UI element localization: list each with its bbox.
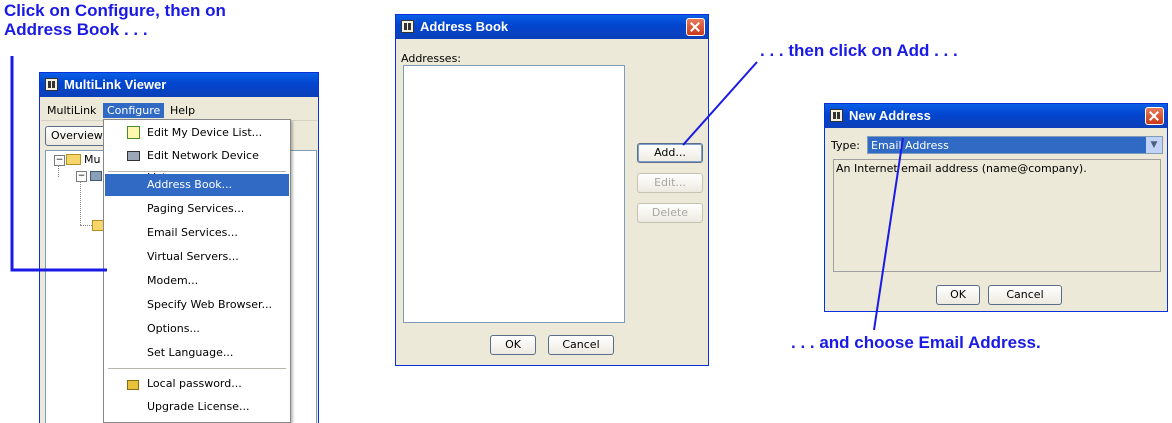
multilink-titlebar: MultiLink Viewer bbox=[40, 73, 318, 97]
new-address-titlebar: New Address bbox=[825, 104, 1167, 128]
menu-separator bbox=[108, 368, 286, 369]
tree-line bbox=[80, 181, 82, 225]
menu-configure[interactable]: Configure bbox=[103, 103, 165, 118]
menu-item-edit-network-device-list[interactable]: Edit Network Device List... bbox=[105, 145, 289, 184]
type-description: An Internet email address (name@company)… bbox=[836, 162, 1087, 175]
annotation-step2: . . . then click on Add . . . bbox=[760, 41, 958, 60]
menu-item-virtual-servers[interactable]: Virtual Servers... bbox=[105, 246, 289, 268]
addresses-list[interactable] bbox=[403, 65, 625, 323]
add-button[interactable]: Add... bbox=[637, 143, 703, 163]
multilink-menubar: MultiLink Configure Help bbox=[41, 101, 317, 121]
menu-item-set-language[interactable]: Set Language... bbox=[105, 342, 289, 364]
address-book-dialog: Address Book Addresses: Add... Edit... D… bbox=[395, 14, 709, 366]
type-select[interactable]: Email Address ▼ bbox=[867, 136, 1163, 154]
type-select-value: Email Address bbox=[871, 139, 949, 152]
annotation-step1-line2: Address Book . . . bbox=[4, 20, 148, 39]
addresses-label: Addresses: bbox=[401, 52, 462, 65]
cancel-button[interactable]: Cancel bbox=[988, 285, 1062, 305]
overview-tab[interactable]: Overview bbox=[45, 126, 107, 146]
menu-item-specify-web-browser[interactable]: Specify Web Browser... bbox=[105, 294, 289, 316]
menu-item-edit-my-device-list[interactable]: Edit My Device List... bbox=[105, 122, 289, 144]
folder-icon bbox=[66, 154, 81, 165]
cancel-button[interactable]: Cancel bbox=[548, 335, 614, 355]
menu-item-address-book[interactable]: Address Book... bbox=[105, 174, 289, 196]
tree-line bbox=[80, 225, 92, 227]
type-label: Type: bbox=[831, 139, 860, 152]
device-icon bbox=[90, 171, 102, 181]
delete-button[interactable]: Delete bbox=[637, 203, 703, 223]
chevron-down-icon[interactable]: ▼ bbox=[1146, 137, 1162, 153]
annotation-step3: . . . and choose Email Address. bbox=[791, 333, 1041, 352]
app-icon bbox=[830, 109, 843, 122]
tree-line bbox=[58, 165, 60, 177]
tree-node-label[interactable]: Mu bbox=[84, 153, 100, 166]
menu-item-paging-services[interactable]: Paging Services... bbox=[105, 198, 289, 220]
menu-item-email-services[interactable]: Email Services... bbox=[105, 222, 289, 244]
configure-menu: Edit My Device List... Edit Network Devi… bbox=[103, 119, 291, 423]
ok-button[interactable]: OK bbox=[490, 335, 536, 355]
menu-help[interactable]: Help bbox=[166, 103, 199, 118]
annotation-step1-line1: Click on Configure, then on bbox=[4, 1, 226, 20]
menu-separator bbox=[108, 171, 286, 172]
menu-item-upgrade-license[interactable]: Upgrade License... bbox=[105, 396, 289, 418]
multilink-title: MultiLink Viewer bbox=[64, 77, 167, 92]
edit-button[interactable]: Edit... bbox=[637, 173, 703, 193]
new-address-title: New Address bbox=[849, 108, 931, 123]
close-icon[interactable] bbox=[1145, 107, 1164, 125]
ok-button[interactable]: OK bbox=[936, 285, 980, 305]
menu-multilink[interactable]: MultiLink bbox=[43, 103, 100, 118]
address-book-title: Address Book bbox=[420, 19, 509, 34]
lock-icon bbox=[127, 380, 139, 390]
network-device-icon bbox=[127, 151, 140, 161]
app-icon bbox=[401, 20, 414, 33]
close-icon[interactable] bbox=[686, 18, 705, 36]
address-book-titlebar: Address Book bbox=[396, 15, 708, 39]
menu-item-modem[interactable]: Modem... bbox=[105, 270, 289, 292]
new-address-dialog: New Address Type: Email Address ▼ An Int… bbox=[824, 103, 1168, 312]
menu-item-options[interactable]: Options... bbox=[105, 318, 289, 340]
menu-item-local-password[interactable]: Local password... bbox=[105, 373, 289, 395]
type-description-panel: An Internet email address (name@company)… bbox=[833, 159, 1161, 272]
app-icon bbox=[45, 78, 58, 91]
device-list-icon bbox=[127, 126, 140, 139]
